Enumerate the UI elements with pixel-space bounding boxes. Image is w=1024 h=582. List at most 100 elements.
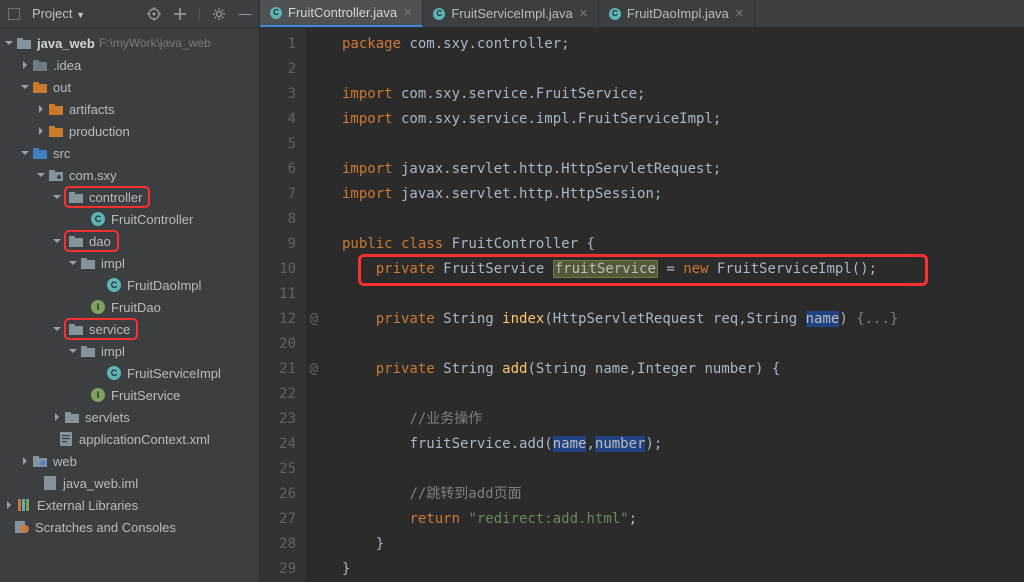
folder-icon bbox=[32, 58, 48, 72]
class-icon: C bbox=[609, 8, 621, 20]
tab-fruitserviceimpl[interactable]: C FruitServiceImpl.java ✕ bbox=[423, 0, 599, 27]
tab-label: FruitServiceImpl.java bbox=[451, 6, 572, 21]
tree-label: FruitController bbox=[111, 212, 193, 227]
tree-item-fruitservice[interactable]: I FruitService bbox=[0, 384, 259, 406]
class-icon: C bbox=[106, 366, 122, 380]
tree-item-appctx[interactable]: applicationContext.xml bbox=[0, 428, 259, 450]
package-icon bbox=[68, 190, 84, 204]
tree-label: web bbox=[53, 454, 77, 469]
gear-icon[interactable] bbox=[211, 6, 227, 22]
tree-item-servlets[interactable]: servlets bbox=[0, 406, 259, 428]
module-icon bbox=[16, 36, 32, 50]
chevron-right-icon bbox=[36, 104, 46, 114]
package-icon bbox=[64, 410, 80, 424]
library-icon bbox=[16, 498, 32, 512]
chevron-down-icon bbox=[36, 170, 46, 180]
package-icon bbox=[68, 322, 84, 336]
chevron-right-icon bbox=[36, 126, 46, 136]
tree-item-out[interactable]: out bbox=[0, 76, 259, 98]
tree-item-fruitserviceimpl[interactable]: C FruitServiceImpl bbox=[0, 362, 259, 384]
class-icon: C bbox=[106, 278, 122, 292]
tree-label: .idea bbox=[53, 58, 81, 73]
close-icon[interactable]: ✕ bbox=[579, 7, 588, 20]
package-icon bbox=[80, 344, 96, 358]
tree-label: production bbox=[69, 124, 130, 139]
chevron-down-icon bbox=[20, 148, 30, 158]
code-editor[interactable]: 12345678910111220212223242526272829 @ @ … bbox=[260, 28, 1024, 582]
scratches-icon bbox=[14, 520, 30, 534]
tree-item-fruitdao[interactable]: I FruitDao bbox=[0, 296, 259, 318]
tree-path: F:\myWork\java_web bbox=[99, 36, 211, 50]
folder-icon bbox=[32, 80, 48, 94]
chevron-right-icon bbox=[4, 500, 14, 510]
line-number-gutter: 12345678910111220212223242526272829 bbox=[260, 28, 306, 582]
chevron-down-icon bbox=[68, 258, 78, 268]
tree-label: FruitServiceImpl bbox=[127, 366, 221, 381]
tree-item-src[interactable]: src bbox=[0, 142, 259, 164]
tree-item-idea[interactable]: .idea bbox=[0, 54, 259, 76]
tree-item-service[interactable]: service bbox=[0, 318, 259, 340]
chevron-right-icon bbox=[20, 456, 30, 466]
class-icon: C bbox=[90, 212, 106, 226]
hide-icon[interactable]: — bbox=[237, 6, 253, 22]
tree-label: com.sxy bbox=[69, 168, 117, 183]
tree-label: Scratches and Consoles bbox=[35, 520, 176, 535]
tree-label: out bbox=[53, 80, 71, 95]
class-icon: C bbox=[270, 7, 282, 19]
tree-item-impl2[interactable]: impl bbox=[0, 340, 259, 362]
tree-item-impl1[interactable]: impl bbox=[0, 252, 259, 274]
interface-icon: I bbox=[90, 388, 106, 402]
code-lines: package com.sxy.controller; import com.s… bbox=[322, 28, 1024, 582]
tree-item-fruitcontroller[interactable]: C FruitController bbox=[0, 208, 259, 230]
close-icon[interactable]: ✕ bbox=[735, 7, 744, 20]
tree-item-package[interactable]: com.sxy bbox=[0, 164, 259, 186]
project-dropdown[interactable]: Project ▼ bbox=[32, 6, 85, 21]
folder-src-icon bbox=[32, 146, 48, 160]
expand-icon[interactable] bbox=[172, 6, 188, 22]
chevron-down-icon bbox=[4, 38, 14, 48]
chevron-right-icon bbox=[20, 60, 30, 70]
tree-item-web[interactable]: web bbox=[0, 450, 259, 472]
tree-label: FruitDaoImpl bbox=[127, 278, 201, 293]
project-sidebar: Project ▼ | — java_web F:\myWork\java_we… bbox=[0, 0, 260, 582]
tree-label: java_web bbox=[37, 36, 95, 51]
tree-item-controller[interactable]: controller bbox=[0, 186, 259, 208]
tab-label: FruitController.java bbox=[288, 5, 397, 20]
project-tree: java_web F:\myWork\java_web .idea out ar… bbox=[0, 28, 259, 582]
chevron-down-icon bbox=[20, 82, 30, 92]
tree-label: artifacts bbox=[69, 102, 115, 117]
package-icon bbox=[48, 168, 64, 182]
tree-item-extlib[interactable]: External Libraries bbox=[0, 494, 259, 516]
tree-label: FruitService bbox=[111, 388, 180, 403]
tree-item-fruitdaoimpl[interactable]: C FruitDaoImpl bbox=[0, 274, 259, 296]
tree-item-artifacts[interactable]: artifacts bbox=[0, 98, 259, 120]
tab-fruitcontroller[interactable]: C FruitController.java ✕ bbox=[260, 0, 423, 27]
tree-label: controller bbox=[89, 190, 142, 205]
project-tool-icon[interactable] bbox=[6, 6, 22, 22]
tree-label: java_web.iml bbox=[63, 476, 138, 491]
chevron-down-icon bbox=[68, 346, 78, 356]
folder-icon bbox=[48, 124, 64, 138]
editor-area: C FruitController.java ✕ C FruitServiceI… bbox=[260, 0, 1024, 582]
tree-item-iml[interactable]: java_web.iml bbox=[0, 472, 259, 494]
xml-file-icon bbox=[58, 432, 74, 446]
close-icon[interactable]: ✕ bbox=[403, 6, 412, 19]
tree-label: src bbox=[53, 146, 70, 161]
package-icon bbox=[80, 256, 96, 270]
tree-label: applicationContext.xml bbox=[79, 432, 210, 447]
tab-label: FruitDaoImpl.java bbox=[627, 6, 729, 21]
target-icon[interactable] bbox=[146, 6, 162, 22]
tree-label: impl bbox=[101, 256, 125, 271]
tree-label: servlets bbox=[85, 410, 130, 425]
tree-item-production[interactable]: production bbox=[0, 120, 259, 142]
tree-label: FruitDao bbox=[111, 300, 161, 315]
tree-item-dao[interactable]: dao bbox=[0, 230, 259, 252]
tree-root[interactable]: java_web F:\myWork\java_web bbox=[0, 32, 259, 54]
iml-file-icon bbox=[42, 476, 58, 490]
folder-icon bbox=[48, 102, 64, 116]
package-icon bbox=[68, 234, 84, 248]
sidebar-toolbar: Project ▼ | — bbox=[0, 0, 259, 28]
tab-fruitdaoimpl[interactable]: C FruitDaoImpl.java ✕ bbox=[599, 0, 755, 27]
chevron-down-icon bbox=[52, 236, 62, 246]
tree-item-scratches[interactable]: Scratches and Consoles bbox=[0, 516, 259, 538]
